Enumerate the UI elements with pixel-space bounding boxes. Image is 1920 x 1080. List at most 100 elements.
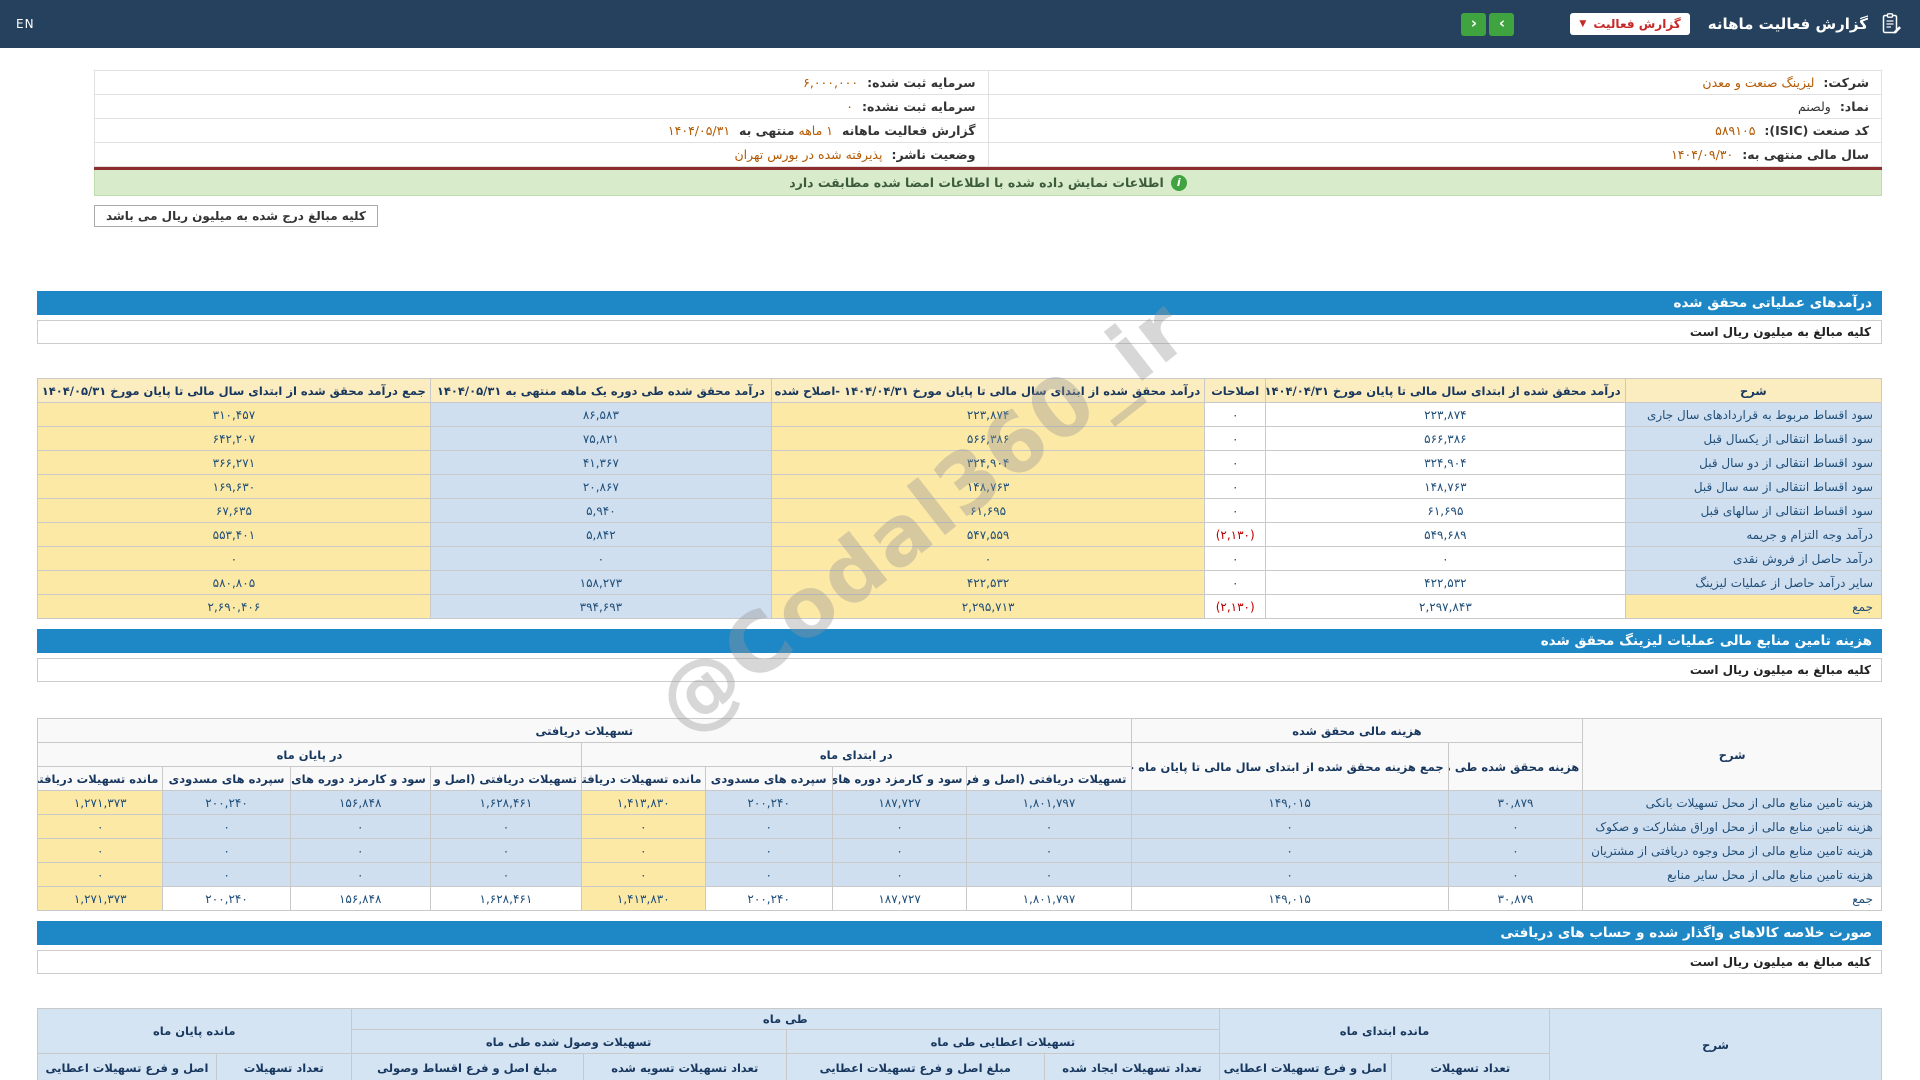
value-cell: ۰ — [429, 838, 583, 863]
value-cell: ۰ — [162, 862, 291, 887]
value-cell: ۱,۲۷۱,۳۷۳ — [36, 790, 164, 815]
value-cell: ۶۱,۶۹۵ — [770, 498, 1206, 523]
value-cell: ۰ — [1204, 402, 1267, 427]
value-cell: ۰ — [1130, 838, 1449, 863]
issuer-status-cell: وضعیت ناشر: پذیرفته شده در بورس تهران — [94, 142, 989, 167]
info-icon: i — [1170, 174, 1187, 191]
value-cell: ۲۰۰,۲۴۰ — [162, 790, 291, 815]
previous-report-button[interactable]: ‹ — [1461, 12, 1487, 36]
value-cell: ۰ — [831, 838, 968, 863]
value-cell: ۱۴۸,۷۶۳ — [1265, 474, 1626, 499]
col-header-cost-ytd: جمع هزینه محقق شده از ابتدای سال مالی تا… — [1130, 742, 1449, 791]
col-header-desc: شرح — [1549, 1008, 1882, 1080]
value-cell: ۰ — [36, 838, 164, 863]
registered-capital-value: ۶,۰۰۰,۰۰۰ — [803, 75, 859, 90]
row-label-cell: هزینه تامین منابع مالی از محل تسهیلات با… — [1582, 790, 1882, 815]
row-label-cell: سود اقساط مربوط به قراردادهای سال جاری — [1624, 402, 1883, 427]
col-header-count-end: تعداد تسهیلات — [215, 1053, 352, 1080]
value-cell: ۱,۴۱۳,۸۳۰ — [581, 790, 706, 815]
table-total-row: جمع ۲,۲۹۷,۸۴۳ (۲,۱۳۰) ۲,۲۹۵,۷۱۳ ۳۹۴,۶۹۳ ۲,۶۹۰… — [37, 594, 1883, 619]
value-cell: ۰ — [36, 862, 164, 887]
row-label-cell: هزینه تامین منابع مالی از محل وجوه دریاف… — [1582, 838, 1882, 863]
value-cell: ۰ — [770, 546, 1206, 571]
value-cell: ۰ — [1204, 498, 1267, 523]
value-cell: ۰ — [37, 546, 431, 571]
registered-capital-cell: سرمایه ثبت شده: ۶,۰۰۰,۰۰۰ — [94, 70, 989, 95]
value-cell: ۰ — [162, 838, 291, 863]
value-cell: ۳۶۶,۲۷۱ — [37, 450, 431, 475]
col-header-blocked-end: سپرده های مسدودی — [162, 766, 291, 791]
col-header-collected-amount: مبلغ اصل و فرع اقساط وصولی — [350, 1053, 584, 1080]
isic-label: کد صنعت (ISIC): — [1764, 123, 1869, 138]
report-period-value: ۱ ماهه — [798, 123, 834, 138]
value-cell: ۲۰,۸۶۷ — [429, 474, 772, 499]
group-header-granted: تسهیلات اعطایی طی ماه — [785, 1029, 1221, 1054]
operating-income-table: شرح درآمد محقق شده از ابتدای سال مالی تا… — [37, 378, 1883, 619]
isic-cell: کد صنعت (ISIC): ۵۸۹۱۰۵ — [987, 118, 1882, 143]
value-cell: ۱۵۶,۸۴۸ — [289, 886, 431, 911]
value-cell: ۱,۴۱۳,۸۳۰ — [581, 886, 706, 911]
value-cell: ۰ — [1447, 862, 1584, 887]
value-cell: ۰ — [704, 814, 833, 839]
report-type-dropdown[interactable]: گزارش فعالیت ▼ — [1570, 13, 1690, 35]
group-header-facilities: تسهیلات دریافتی — [37, 718, 1132, 743]
value-cell: ۳۲۴,۹۰۴ — [770, 450, 1206, 475]
row-label-cell: هزینه تامین منابع مالی از محل سایر منابع — [1582, 862, 1882, 887]
report-period-date: ۱۴۰۴/۰۵/۳۱ — [667, 123, 731, 138]
value-cell: ۰ — [162, 814, 291, 839]
value-cell: ۰ — [429, 546, 772, 571]
group-header-end-month: در پایان ماه — [36, 742, 583, 767]
col-header-adjusted: درآمد محقق شده از ابتدای سال مالی تا پای… — [770, 378, 1206, 403]
value-cell: ۰ — [581, 862, 706, 887]
value-cell: ۰ — [581, 838, 706, 863]
value-cell: ۰ — [1204, 450, 1267, 475]
value-cell: ۰ — [1204, 426, 1267, 451]
value-cell: ۰ — [289, 814, 431, 839]
table-row: سود اقساط انتقالی از سه سال قبل ۱۴۸,۷۶۳ ۰ ۱… — [37, 474, 1883, 499]
isic-value: ۵۸۹۱۰۵ — [1715, 123, 1756, 138]
value-cell: ۶۴۲,۲۰۷ — [37, 426, 431, 451]
unregistered-capital-cell: سرمایه ثبت نشده: ۰ — [94, 94, 989, 119]
topbar: گزارش فعالیت ماهانه گزارش فعالیت ▼ › ‹ E… — [0, 0, 1920, 48]
company-label: شرکت: — [1823, 75, 1869, 90]
row-label-cell: هزینه تامین منابع مالی از محل اوراق مشار… — [1582, 814, 1882, 839]
report-content: شرکت: لیزینگ صنعت و معدن سرمایه ثبت شده:… — [36, 70, 1883, 1080]
col-header-desc: شرح — [1582, 718, 1882, 791]
col-header-blocked-begin: سپرده های مسدودی — [704, 766, 833, 791]
row-label-cell: درآمد حاصل از فروش نقدی — [1624, 546, 1883, 571]
group-header-end-balance: مانده پایان ماه — [37, 1008, 352, 1054]
symbol-value: ولصنم — [1798, 99, 1831, 114]
value-cell: ۲۲۳,۸۷۴ — [770, 402, 1206, 427]
financing-cost-table: شرح هزینه مالی محقق شده تسهیلات دریافتی … — [36, 718, 1882, 911]
table-row: هزینه تامین منابع مالی از محل سایر منابع… — [36, 862, 1882, 887]
language-toggle-en[interactable]: EN — [16, 17, 35, 31]
table-row: سود اقساط انتقالی از سالهای قبل ۶۱,۶۹۵ ۰ ۶۱… — [37, 498, 1883, 523]
value-cell: ۰ — [429, 814, 583, 839]
value-cell: ۵۴۷,۵۵۹ — [770, 522, 1206, 547]
value-cell: ۴۲۲,۵۳۲ — [770, 570, 1206, 595]
value-cell: ۳۲۴,۹۰۴ — [1265, 450, 1626, 475]
table-row: سود اقساط انتقالی از دو سال قبل ۳۲۴,۹۰۴ ۰ ۳… — [37, 450, 1883, 475]
col-header-settled-count: تعداد تسهیلات تسویه شده — [582, 1053, 787, 1080]
value-cell: ۲,۲۹۵,۷۱۳ — [770, 594, 1206, 619]
col-header-created-count: تعداد تسهیلات ایجاد شده — [1043, 1053, 1221, 1080]
group-header-during-month: طی ماه — [350, 1008, 1221, 1030]
value-cell: ۳۰,۸۷۹ — [1447, 790, 1584, 815]
value-cell: ۰ — [966, 862, 1132, 887]
row-label-cell: درآمد وجه التزام و جریمه — [1624, 522, 1883, 547]
value-cell: ۱,۸۰۱,۷۹۷ — [966, 790, 1132, 815]
value-cell: ۱۶۹,۶۳۰ — [37, 474, 431, 499]
unit-note-row: کلیه مبالغ به میلیون ریال است — [37, 320, 1882, 344]
value-cell: ۰ — [831, 814, 968, 839]
value-cell: ۱,۶۲۸,۴۶۱ — [429, 790, 583, 815]
table-row: درآمد وجه التزام و جریمه ۵۴۹,۶۸۹ (۲,۱۳۰) ۵۴… — [37, 522, 1883, 547]
company-name: لیزینگ صنعت و معدن — [1702, 75, 1815, 90]
unregistered-capital-label: سرمایه ثبت نشده: — [861, 99, 976, 114]
col-header-principal-begin: اصل و فرع تسهیلات اعطایی — [1219, 1053, 1392, 1080]
value-cell: ۲۰۰,۲۴۰ — [704, 886, 833, 911]
fiscal-year-cell: سال مالی منتهی به: ۱۴۰۴/۰۹/۳۰ — [987, 142, 1882, 167]
unregistered-capital-value: ۰ — [846, 99, 853, 114]
value-cell: ۴۲۲,۵۳۲ — [1265, 570, 1626, 595]
value-cell: ۱۵۶,۸۴۸ — [289, 790, 431, 815]
next-report-button[interactable]: › — [1489, 12, 1515, 36]
